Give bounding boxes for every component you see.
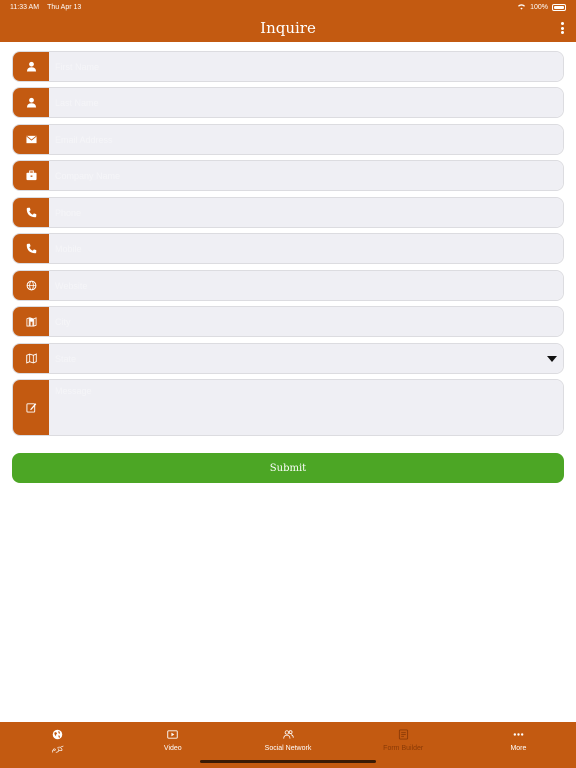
- email-field: [12, 124, 564, 155]
- phone-icon: [13, 234, 49, 263]
- tab-more[interactable]: More: [461, 722, 576, 768]
- globe-icon: [52, 729, 63, 742]
- city-input[interactable]: [49, 307, 563, 336]
- user-icon: [13, 88, 49, 117]
- tab-label: Video: [163, 745, 182, 752]
- city-field: [12, 306, 564, 337]
- tab-home[interactable]: كرّم: [0, 722, 115, 768]
- map-icon: [13, 344, 49, 373]
- last-name-input[interactable]: [49, 88, 563, 117]
- company-field: [12, 160, 564, 191]
- note-icon: [13, 380, 49, 435]
- status-date: Thu Apr 13: [47, 3, 82, 11]
- state-field: [12, 343, 564, 374]
- briefcase-icon: [13, 161, 49, 190]
- tab-label: Social Network: [264, 745, 312, 752]
- overflow-menu-icon[interactable]: [558, 20, 566, 36]
- message-input[interactable]: [49, 380, 563, 435]
- phone-field: [12, 197, 564, 228]
- state-select[interactable]: [49, 344, 563, 373]
- last-name-field: [12, 87, 564, 118]
- user-icon: [13, 52, 49, 81]
- nav-bar: Inquire: [0, 14, 576, 42]
- wifi-icon: [517, 3, 526, 12]
- globe-icon: [13, 271, 49, 300]
- first-name-input[interactable]: [49, 52, 563, 81]
- phone-input[interactable]: [49, 198, 563, 227]
- phone-icon: [13, 198, 49, 227]
- people-icon: [282, 729, 294, 742]
- tab-label: كرّم: [51, 746, 64, 753]
- mobile-input[interactable]: [49, 234, 563, 263]
- status-bar: 11:33 AM Thu Apr 13 100%: [0, 0, 576, 14]
- video-icon: [167, 729, 179, 742]
- message-field: [12, 379, 564, 436]
- chevron-down-icon[interactable]: [547, 356, 557, 362]
- map-pin-icon: [13, 307, 49, 336]
- website-field: [12, 270, 564, 301]
- submit-button[interactable]: Submit: [12, 453, 564, 483]
- form-icon: [398, 729, 409, 742]
- tab-label: More: [510, 745, 527, 752]
- company-input[interactable]: [49, 161, 563, 190]
- battery-percent: 100%: [530, 3, 548, 11]
- home-indicator: [200, 760, 376, 763]
- mobile-field: [12, 233, 564, 264]
- battery-icon: [552, 3, 566, 11]
- inquire-form: [12, 51, 564, 436]
- envelope-icon: [13, 125, 49, 154]
- page-title: Inquire: [260, 19, 316, 37]
- tab-label: Form Builder: [383, 745, 424, 752]
- email-input[interactable]: [49, 125, 563, 154]
- website-input[interactable]: [49, 271, 563, 300]
- first-name-field: [12, 51, 564, 82]
- more-dots-icon: [513, 729, 524, 742]
- status-time: 11:33 AM: [10, 3, 40, 11]
